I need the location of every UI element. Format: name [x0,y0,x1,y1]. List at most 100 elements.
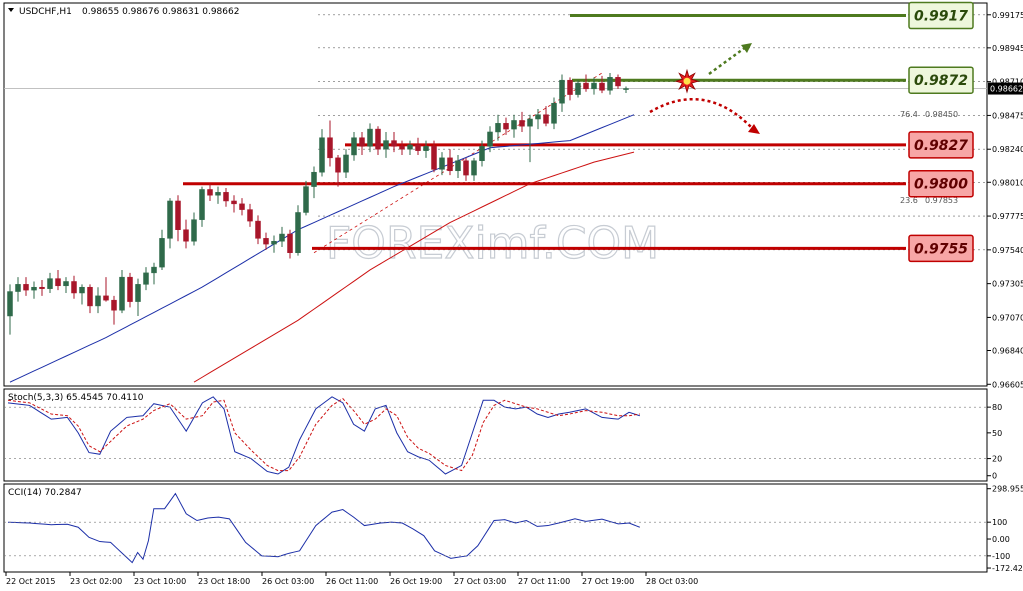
price-axis: 0.991750.989450.987100.984750.982400.980… [987,11,1023,389]
time-tick-label: 23 Oct 10:00 [134,577,186,586]
candle-body [87,286,93,307]
candle-body [207,189,213,196]
level-label: 0.9827 [914,138,968,154]
candle-body [463,160,469,176]
candle-body [319,137,325,173]
candle-body [239,203,245,210]
candle-body [415,144,421,151]
candle-body [583,82,589,90]
candle-body [383,140,389,150]
candle-body [39,286,45,289]
candle-body [159,238,165,268]
candle-body [599,82,605,91]
time-tick-label: 23 Oct 18:00 [198,577,250,586]
level-label: 0.9800 [914,177,968,193]
candle-body [71,281,77,294]
candle-body [359,137,365,147]
candle-body [31,286,37,291]
candle-body [55,278,61,287]
candle-body [375,128,381,150]
candle-body [535,114,541,120]
candle-body [527,118,533,127]
candle-body [215,192,221,196]
candle-body [335,157,341,173]
candle-body [95,295,101,307]
candle-body [471,160,477,176]
candle-body [343,154,349,173]
stoch-tick-label: 0 [992,472,997,481]
price-tick-label: 0.97305 [992,280,1023,289]
cci-tick-label: -172.421 [992,564,1023,573]
ohlc-values: 0.98655 0.98676 0.98631 0.98662 [82,7,239,17]
candle-body [487,131,493,147]
time-tick-label: 26 Oct 19:00 [390,577,442,586]
candle-body [255,220,261,239]
candle-body [455,160,461,172]
candle-body [551,102,557,124]
fib-label: 76.4 [900,110,918,119]
time-tick-label: 27 Oct 19:00 [582,577,634,586]
candle-body [231,200,237,205]
candle-body [47,278,53,289]
candle-body [567,79,573,95]
candle-body [311,171,317,187]
watermark: FOREXimf.COM [326,218,659,269]
candle-body [263,238,269,245]
price-tick-label: 0.96605 [992,380,1023,389]
candle-body [351,137,357,156]
level-label: 0.9917 [914,9,968,25]
breakout-spark-core-icon [683,77,691,85]
candle-body [167,200,173,239]
price-tick-label: 0.96840 [992,346,1023,355]
candle-body [519,120,525,127]
candle-body [439,157,445,170]
candle-body [279,233,285,242]
candle-body [191,219,197,242]
candle-body [199,189,205,220]
candle-body [431,146,437,170]
price-tick-label: 0.97775 [992,212,1023,221]
candle-body [79,286,85,294]
candle-body [303,186,309,213]
cci-tick-label: 100 [992,518,1007,527]
candle-body [559,79,565,104]
cci-panel [3,483,988,573]
candle-body [247,209,253,222]
candle-body [367,128,373,147]
candle-body [479,146,485,161]
cci-tick-label: 0.00 [992,535,1010,544]
price-tick-label: 0.97540 [992,246,1023,255]
candle-body [503,123,509,130]
price-tick-label: 0.99175 [992,11,1023,20]
symbol-label: USDCHF,H1 [19,7,72,17]
stoch-tick-label: 50 [992,429,1002,438]
time-tick-label: 23 Oct 02:00 [70,577,122,586]
candle-body [543,114,549,124]
level-label: 0.9872 [914,73,968,89]
candle-body [103,295,109,301]
candle-body [511,120,517,130]
stoch-tick-label: 20 [992,455,1002,464]
candle-body [271,240,277,245]
candle-body [591,82,597,90]
chart-root: FOREXimf.COM 76.4 0.9845023.6 0.97853 0.99… [3,1,1023,586]
candle-body [63,281,69,287]
time-tick-label: 26 Oct 03:00 [262,577,314,586]
price-tick-label: 0.98010 [992,178,1023,187]
candle-body [295,212,301,253]
price-tick-label: 0.98475 [992,111,1023,120]
time-tick-label: 28 Oct 03:00 [646,577,698,586]
current-price-label: 0.98662 [990,85,1023,94]
cci-title: CCI(14) 70.2847 [8,488,82,498]
candle-body [447,157,453,172]
main-panel [3,2,988,387]
time-tick-label: 27 Oct 03:00 [454,577,506,586]
cci-tick-label: -100 [992,552,1010,561]
candle-body [623,88,629,90]
candle-body [151,266,157,274]
candle-body [495,123,501,133]
candle-body [391,140,397,147]
time-tick-label: 26 Oct 11:00 [326,577,378,586]
stoch-panel [3,388,988,482]
candle-body [183,229,189,242]
